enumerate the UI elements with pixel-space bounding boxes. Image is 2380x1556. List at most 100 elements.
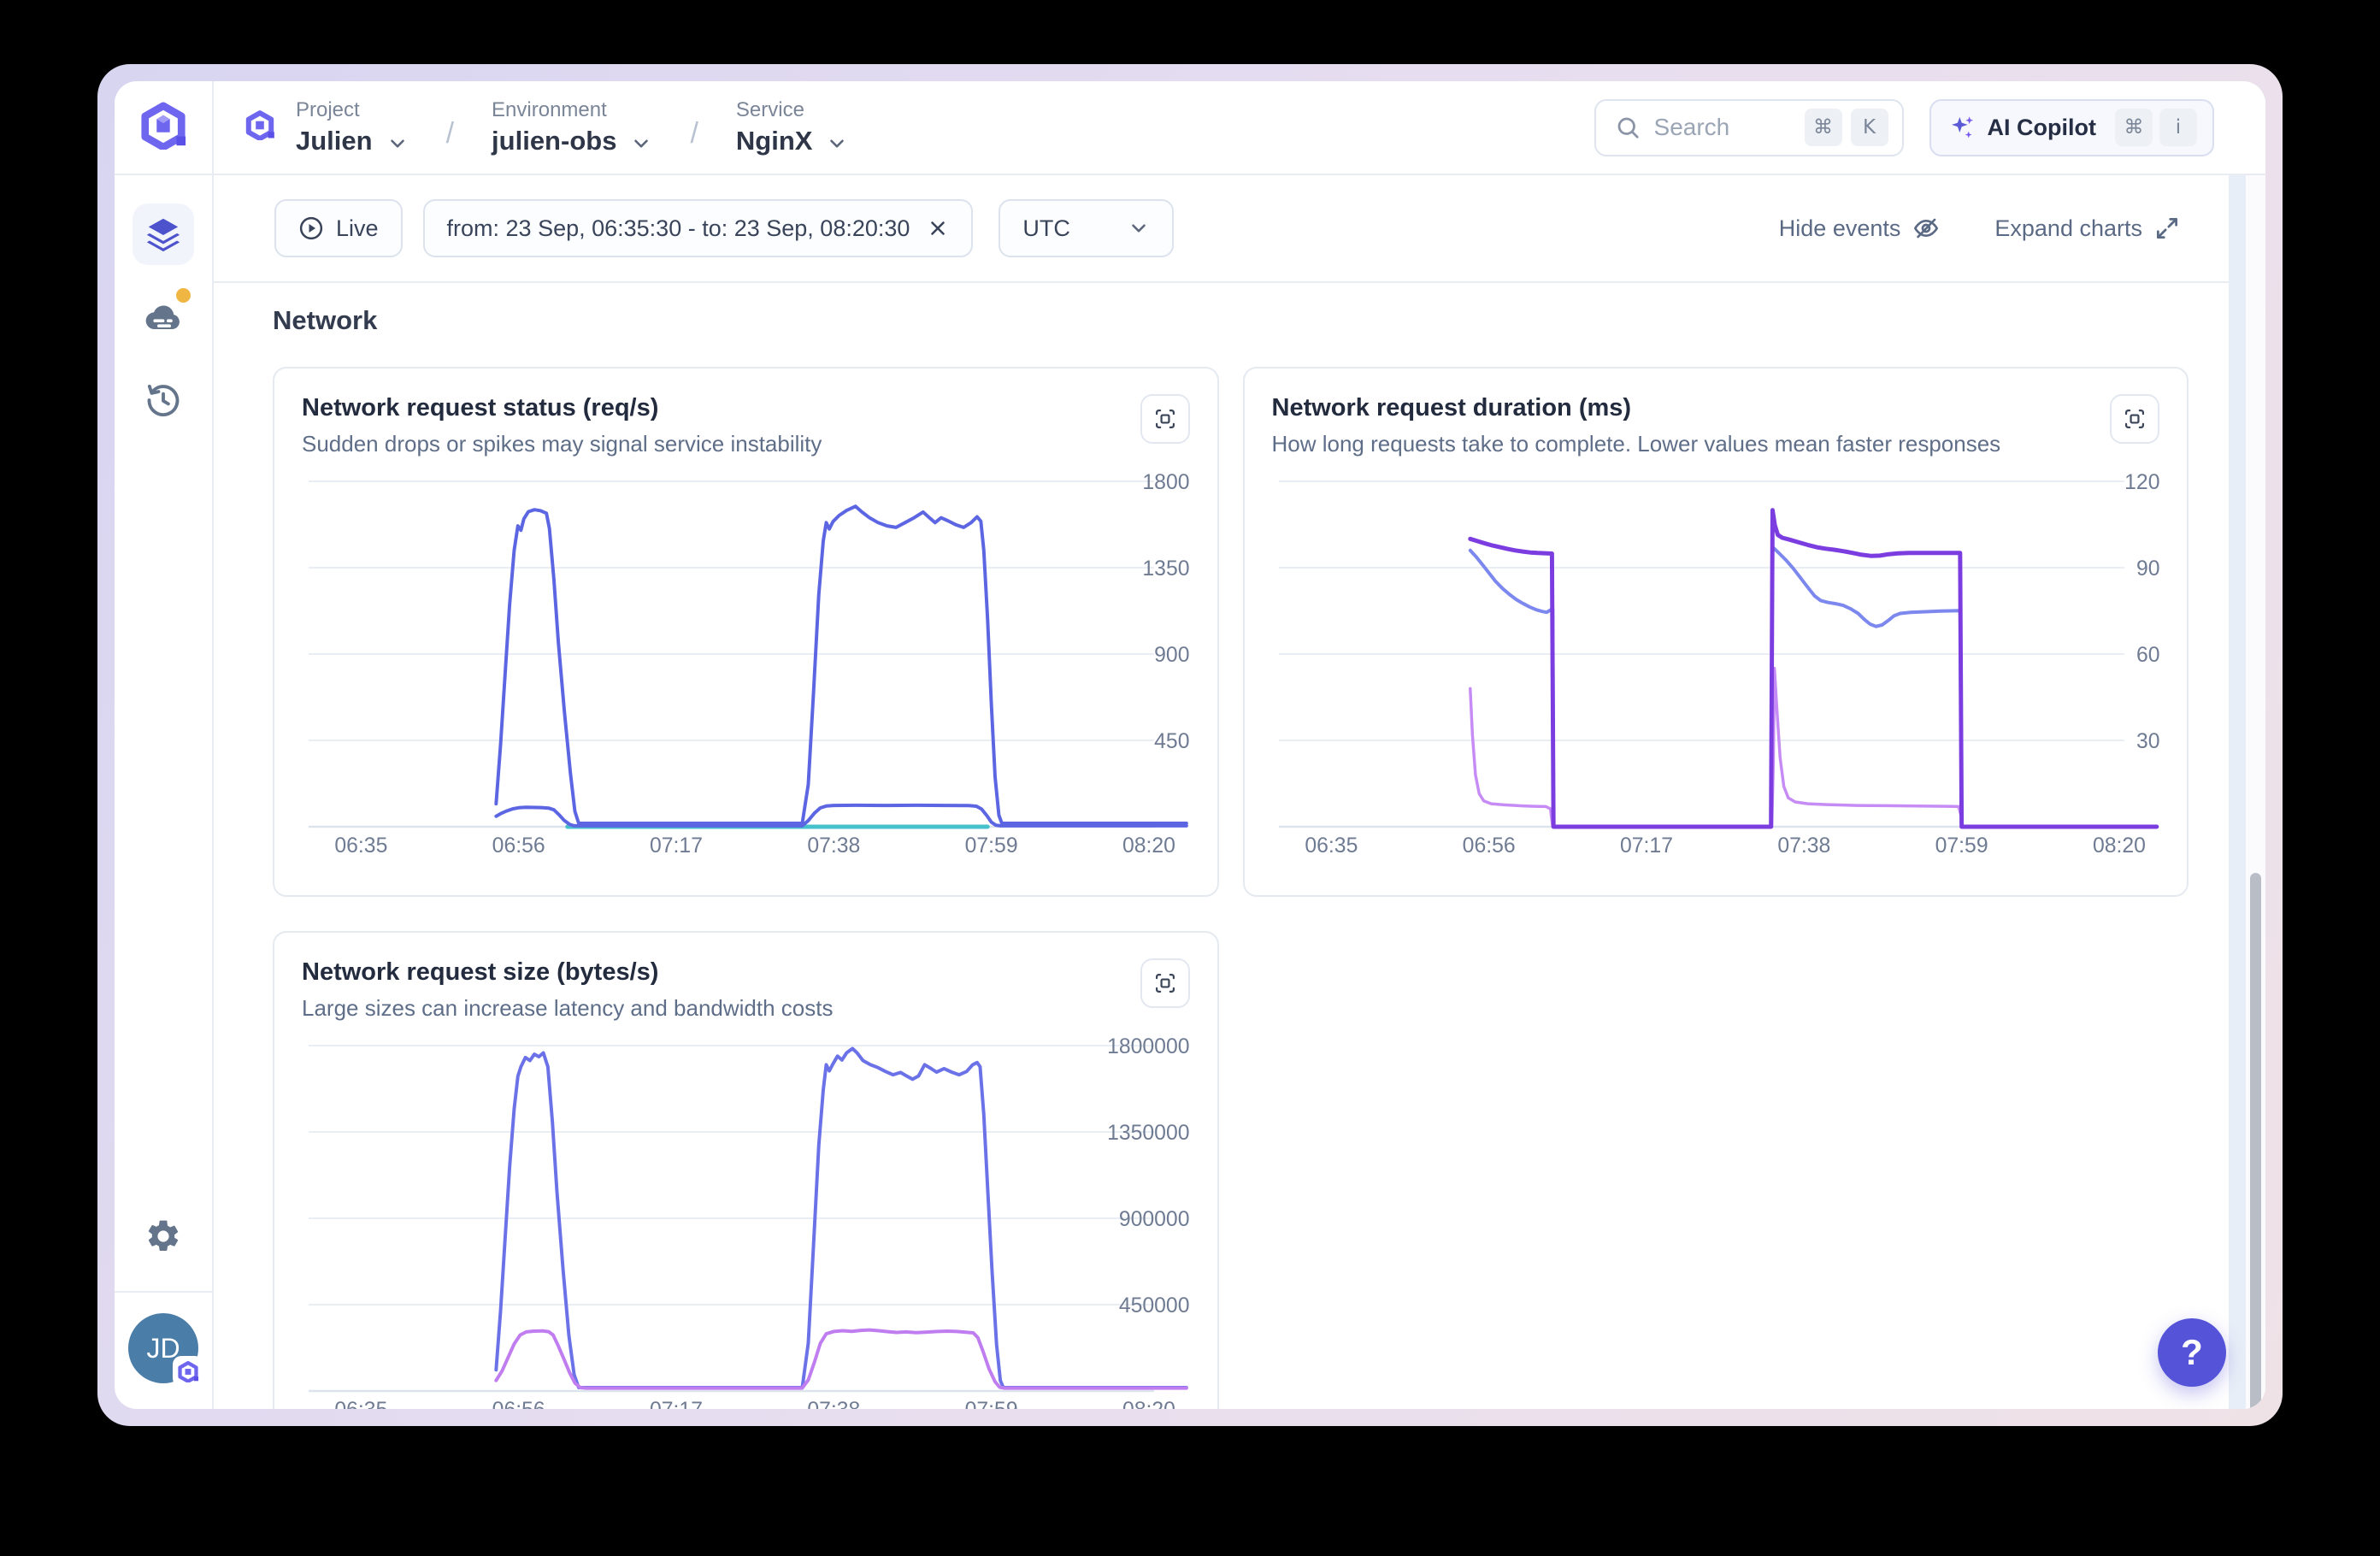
chart-canvas-request-size[interactable]: 1800000135000090000045000006:3506:5607:1… xyxy=(302,1037,1190,1409)
kbd-cmd: ⌘ xyxy=(2115,109,2153,146)
environment-selector[interactable]: Environment julien-obs xyxy=(492,98,652,156)
svg-text:06:56: 06:56 xyxy=(1462,834,1515,858)
notification-dot xyxy=(176,288,191,303)
chart-title: Network request size (bytes/s) xyxy=(302,958,833,987)
svg-text:06:56: 06:56 xyxy=(492,1398,545,1409)
kbd-i: i xyxy=(2159,109,2197,146)
play-circle-icon xyxy=(298,215,324,241)
dashboard-content: Network Network request status (req/s) S… xyxy=(214,283,2265,1409)
svg-text:07:59: 07:59 xyxy=(1935,834,1988,858)
svg-text:1350000: 1350000 xyxy=(1107,1121,1189,1145)
chart-canvas-request-status[interactable]: 1800135090045006:3506:5607:1707:3807:590… xyxy=(302,473,1190,875)
svg-text:06:56: 06:56 xyxy=(492,834,545,858)
service-label: Service xyxy=(736,98,849,122)
scrollbar-track[interactable] xyxy=(2246,175,2265,1409)
avatar-brand-badge-icon xyxy=(173,1356,203,1387)
chart-expand-button[interactable] xyxy=(2110,394,2159,444)
section-title: Network xyxy=(273,305,2189,336)
sidebar: JD xyxy=(115,175,214,1409)
sidebar-item-settings[interactable] xyxy=(133,1205,194,1267)
svg-text:30: 30 xyxy=(2136,729,2159,753)
fullscreen-icon xyxy=(1153,407,1177,431)
svg-text:07:38: 07:38 xyxy=(807,834,860,858)
chart-card-request-status: Network request status (req/s) Sudden dr… xyxy=(273,367,1219,897)
time-range-chip[interactable]: from: 23 Sep, 06:35:30 - to: 23 Sep, 08:… xyxy=(423,199,974,257)
sidebar-item-history[interactable] xyxy=(133,369,194,431)
environment-value: julien-obs xyxy=(492,126,616,156)
chart-canvas-request-duration[interactable]: 12090603006:3506:5607:1707:3807:5908:20 xyxy=(1272,473,2160,875)
scroll-gutter xyxy=(2229,175,2246,1409)
time-range-text: from: 23 Sep, 06:35:30 - to: 23 Sep, 08:… xyxy=(447,215,910,242)
fullscreen-icon xyxy=(2123,407,2147,431)
svg-text:07:59: 07:59 xyxy=(965,834,1018,858)
app-window-frame: Project Julien / Environment julien-obs … xyxy=(97,64,2283,1426)
chart-title: Network request status (req/s) xyxy=(302,394,822,422)
svg-text:08:20: 08:20 xyxy=(1122,1398,1175,1409)
project-selector[interactable]: Project Julien xyxy=(296,98,409,156)
chevron-down-icon xyxy=(1128,217,1150,239)
chart-request-size: 1800000135000090000045000006:3506:5607:1… xyxy=(302,1037,1190,1409)
kbd-k: K xyxy=(1851,109,1888,146)
expand-charts-label: Expand charts xyxy=(1994,215,2142,242)
hide-events-button[interactable]: Hide events xyxy=(1779,215,1941,242)
hide-events-label: Hide events xyxy=(1779,215,1901,242)
svg-text:120: 120 xyxy=(2124,473,2159,494)
top-bar: Project Julien / Environment julien-obs … xyxy=(115,81,2265,175)
eye-off-icon xyxy=(1912,215,1940,242)
gear-icon xyxy=(144,1217,182,1255)
environment-label: Environment xyxy=(492,98,652,122)
svg-text:06:35: 06:35 xyxy=(334,834,387,858)
live-label: Live xyxy=(336,215,379,242)
timezone-value: UTC xyxy=(1022,215,1070,242)
sparkles-icon xyxy=(1948,114,1976,141)
svg-text:900: 900 xyxy=(1154,643,1189,667)
chart-subtitle: How long requests take to complete. Lowe… xyxy=(1272,431,2001,457)
ai-copilot-button[interactable]: AI Copilot ⌘ i xyxy=(1929,99,2214,156)
chart-request-duration: 12090603006:3506:5607:1707:3807:5908:20 xyxy=(1272,473,2160,875)
user-menu[interactable]: JD xyxy=(128,1313,198,1383)
chevron-down-icon xyxy=(630,133,652,155)
svg-text:07:38: 07:38 xyxy=(1777,834,1830,858)
svg-text:450: 450 xyxy=(1154,729,1189,753)
app-logo[interactable] xyxy=(115,81,214,174)
svg-text:08:20: 08:20 xyxy=(1122,834,1175,858)
breadcrumb: Project Julien / Environment julien-obs … xyxy=(214,81,2265,174)
cloud-server-icon xyxy=(143,297,184,338)
timezone-select[interactable]: UTC xyxy=(999,199,1174,257)
svg-text:07:17: 07:17 xyxy=(650,1398,703,1409)
chart-subtitle: Large sizes can increase latency and ban… xyxy=(302,995,833,1022)
chevron-down-icon xyxy=(826,133,848,155)
close-icon[interactable] xyxy=(927,217,949,239)
expand-charts-button[interactable]: Expand charts xyxy=(1994,215,2180,242)
search-icon xyxy=(1615,115,1641,140)
fullscreen-icon xyxy=(1153,971,1177,995)
chart-subtitle: Sudden drops or spikes may signal servic… xyxy=(302,431,822,457)
project-value: Julien xyxy=(296,126,373,156)
svg-text:07:17: 07:17 xyxy=(650,834,703,858)
chart-expand-button[interactable] xyxy=(1140,394,1190,444)
app-window: Project Julien / Environment julien-obs … xyxy=(115,81,2265,1409)
chevron-down-icon xyxy=(386,133,409,155)
svg-text:450000: 450000 xyxy=(1119,1294,1190,1317)
svg-text:08:20: 08:20 xyxy=(2092,834,2145,858)
service-value: NginX xyxy=(736,126,813,156)
sidebar-item-services[interactable] xyxy=(133,203,194,265)
toolbar: Live from: 23 Sep, 06:35:30 - to: 23 Sep… xyxy=(214,175,2265,283)
project-label: Project xyxy=(296,98,409,122)
chart-card-request-duration: Network request duration (ms) How long r… xyxy=(1243,367,2189,897)
search-input[interactable]: Search ⌘ K xyxy=(1594,99,1904,156)
scrollbar-thumb[interactable] xyxy=(2250,873,2261,1409)
chart-expand-button[interactable] xyxy=(1140,958,1190,1008)
svg-text:1800: 1800 xyxy=(1142,473,1189,494)
expand-icon xyxy=(2154,215,2180,241)
sidebar-item-infrastructure[interactable] xyxy=(133,286,194,348)
project-logo-icon xyxy=(244,110,275,144)
svg-text:60: 60 xyxy=(2136,643,2159,667)
svg-text:1800000: 1800000 xyxy=(1107,1037,1189,1058)
service-selector[interactable]: Service NginX xyxy=(736,98,849,156)
chart-title: Network request duration (ms) xyxy=(1272,394,2001,422)
sidebar-divider xyxy=(115,1291,212,1293)
help-button[interactable]: ? xyxy=(2158,1318,2226,1387)
svg-text:06:35: 06:35 xyxy=(1305,834,1358,858)
live-button[interactable]: Live xyxy=(274,199,403,257)
